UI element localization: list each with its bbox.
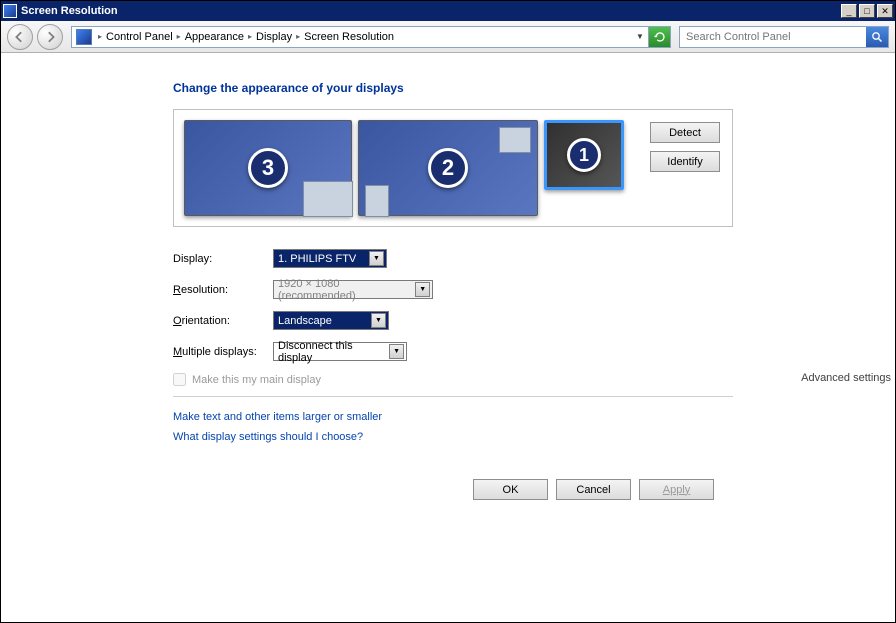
refresh-icon — [654, 31, 666, 43]
display-value: 1. PHILIPS FTV — [278, 253, 356, 265]
multiple-displays-label: Multiple displays: — [173, 346, 273, 358]
chevron-down-icon: ▼ — [389, 344, 404, 359]
multiple-displays-select[interactable]: Disconnect this display ▼ — [273, 342, 407, 361]
window-title: Screen Resolution — [21, 5, 839, 17]
monitor-window-icon — [365, 185, 389, 217]
chevron-down-icon: ▼ — [415, 282, 430, 297]
cancel-button[interactable]: Cancel — [556, 479, 631, 500]
text-size-link[interactable]: Make text and other items larger or smal… — [173, 411, 895, 423]
display-arrangement-box[interactable]: 3 2 1 Detect Identify — [173, 109, 733, 227]
resolution-select: 1920 × 1080 (recommended) ▼ — [273, 280, 433, 299]
resolution-label: Resolution: — [173, 284, 273, 296]
monitor-number: 3 — [248, 148, 288, 188]
chevron-down-icon: ▼ — [369, 251, 384, 266]
multiple-displays-value: Disconnect this display — [278, 340, 389, 364]
page-heading: Change the appearance of your displays — [173, 81, 895, 95]
monitor-number: 2 — [428, 148, 468, 188]
nav-bar: ▸ Control Panel ▸ Appearance ▸ Display ▸… — [1, 21, 895, 53]
chevron-icon[interactable]: ▸ — [175, 32, 183, 41]
chevron-icon[interactable]: ▸ — [96, 32, 104, 41]
advanced-settings-link[interactable]: Advanced settings — [335, 372, 895, 384]
orientation-select[interactable]: Landscape ▼ — [273, 311, 389, 330]
chevron-icon[interactable]: ▸ — [294, 32, 302, 41]
apply-button: Apply — [639, 479, 714, 500]
back-button[interactable] — [7, 24, 33, 50]
refresh-button[interactable] — [648, 27, 670, 47]
forward-arrow-icon — [44, 31, 56, 43]
monitor-1-selected[interactable]: 1 — [544, 120, 624, 190]
breadcrumb-control-panel[interactable]: Control Panel — [104, 31, 175, 43]
address-dropdown[interactable]: ▼ — [632, 32, 648, 41]
orientation-value: Landscape — [278, 315, 332, 327]
divider — [173, 396, 733, 397]
resolution-value: 1920 × 1080 (recommended) — [278, 278, 415, 302]
address-bar[interactable]: ▸ Control Panel ▸ Appearance ▸ Display ▸… — [71, 26, 671, 48]
control-panel-icon — [76, 29, 92, 45]
search-icon — [871, 31, 883, 43]
title-bar: Screen Resolution _ □ ✕ — [1, 1, 895, 21]
maximize-button[interactable]: □ — [859, 4, 875, 18]
help-link[interactable]: What display settings should I choose? — [173, 431, 895, 443]
monitor-window-icon — [499, 127, 531, 153]
search-input[interactable] — [680, 31, 866, 43]
display-select[interactable]: 1. PHILIPS FTV ▼ — [273, 249, 387, 268]
minimize-button[interactable]: _ — [841, 4, 857, 18]
forward-button[interactable] — [37, 24, 63, 50]
back-arrow-icon — [14, 31, 26, 43]
window-icon — [3, 4, 17, 18]
search-box[interactable] — [679, 26, 889, 48]
breadcrumb-screen-resolution[interactable]: Screen Resolution — [302, 31, 396, 43]
chevron-icon[interactable]: ▸ — [246, 32, 254, 41]
main-display-checkbox — [173, 373, 186, 386]
search-button[interactable] — [866, 27, 888, 47]
breadcrumb-display[interactable]: Display — [254, 31, 294, 43]
detect-button[interactable]: Detect — [650, 122, 720, 143]
chevron-down-icon: ▼ — [371, 313, 386, 328]
monitor-2[interactable]: 2 — [358, 120, 538, 216]
monitor-number: 1 — [567, 138, 601, 172]
identify-button[interactable]: Identify — [650, 151, 720, 172]
monitor-3[interactable]: 3 — [184, 120, 352, 216]
monitor-window-icon — [303, 181, 353, 217]
breadcrumb-appearance[interactable]: Appearance — [183, 31, 246, 43]
ok-button[interactable]: OK — [473, 479, 548, 500]
display-label: Display: — [173, 253, 273, 265]
close-button[interactable]: ✕ — [877, 4, 893, 18]
main-display-label: Make this my main display — [192, 374, 321, 386]
orientation-label: Orientation: — [173, 315, 273, 327]
